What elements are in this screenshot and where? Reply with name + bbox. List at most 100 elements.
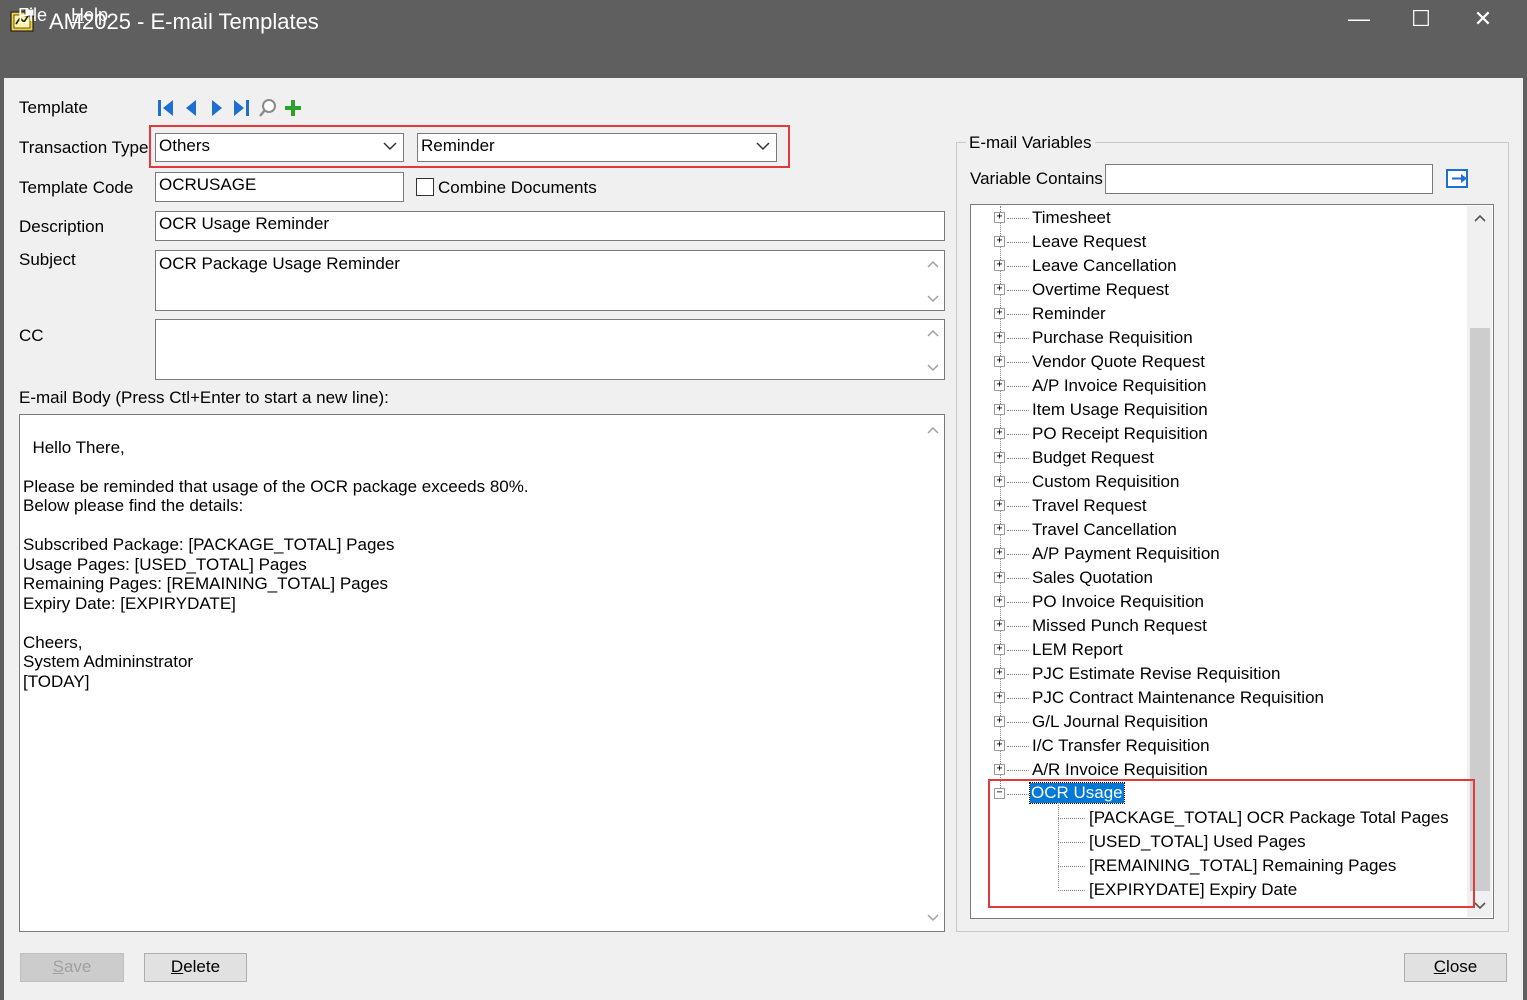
tree-item-label[interactable]: G/L Journal Requisition (1032, 712, 1208, 732)
highlight-box-transaction-type (149, 125, 790, 168)
tree-item-label[interactable]: Travel Request (1032, 496, 1147, 516)
expand-icon[interactable]: + (994, 692, 1005, 703)
scroll-down-icon[interactable] (926, 913, 940, 923)
tree-item-label[interactable]: Item Usage Requisition (1032, 400, 1208, 420)
tree-connector-line (1007, 410, 1029, 411)
expand-icon[interactable]: + (994, 428, 1005, 439)
expand-icon[interactable]: + (994, 308, 1005, 319)
subject-textarea[interactable]: OCR Package Usage Reminder (155, 250, 945, 311)
tree-item-label[interactable]: Overtime Request (1032, 280, 1169, 300)
expand-icon[interactable]: + (994, 668, 1005, 679)
insert-variable-icon[interactable] (1445, 167, 1471, 191)
expand-icon[interactable]: + (994, 236, 1005, 247)
email-body-label: E-mail Body (Press Ctl+Enter to start a … (19, 388, 389, 407)
expand-icon[interactable]: + (994, 764, 1005, 775)
tree-item-label[interactable]: Custom Requisition (1032, 472, 1179, 492)
tree-item-label[interactable]: Leave Request (1032, 232, 1146, 252)
close-window-button[interactable]: ✕ (1452, 0, 1514, 40)
combine-documents-checkbox[interactable] (416, 178, 434, 196)
tree-item-label[interactable]: A/P Invoice Requisition (1032, 376, 1207, 396)
expand-icon[interactable]: + (994, 500, 1005, 511)
expand-icon[interactable]: + (994, 284, 1005, 295)
tree-connector-line (1007, 770, 1029, 771)
description-label: Description (19, 217, 105, 236)
tree-item-label[interactable]: Purchase Requisition (1032, 328, 1193, 348)
menu-file[interactable]: File (18, 5, 47, 26)
tree-connector-line (1007, 242, 1029, 243)
expand-icon[interactable]: + (994, 524, 1005, 535)
variable-contains-input[interactable] (1105, 164, 1433, 194)
expand-icon[interactable]: + (994, 716, 1005, 727)
tree-connector-line (1007, 578, 1029, 579)
close-button[interactable]: Close (1404, 953, 1507, 982)
tree-item-label[interactable]: Budget Request (1032, 448, 1154, 468)
tree-connector-line (1007, 674, 1029, 675)
description-input[interactable]: OCR Usage Reminder (155, 211, 945, 241)
menu-help[interactable]: Help (71, 5, 108, 26)
expand-icon[interactable]: + (994, 620, 1005, 631)
previous-record-icon[interactable] (181, 97, 203, 119)
expand-icon[interactable]: + (994, 548, 1005, 559)
tree-connector-line (1007, 722, 1029, 723)
delete-button[interactable]: Delete (144, 953, 247, 982)
scroll-up-icon[interactable] (926, 425, 940, 435)
expand-icon[interactable]: + (994, 260, 1005, 271)
tree-connector-line (1007, 266, 1029, 267)
email-variables-title: E-mail Variables (966, 133, 1095, 153)
expand-icon[interactable]: + (994, 572, 1005, 583)
first-record-icon[interactable] (155, 97, 177, 119)
expand-icon[interactable]: + (994, 212, 1005, 223)
email-body-textarea[interactable]: Hello There, Please be reminded that usa… (19, 414, 945, 932)
search-icon[interactable] (257, 97, 279, 119)
tree-item-label[interactable]: PJC Estimate Revise Requisition (1032, 664, 1280, 684)
tree-item-label[interactable]: A/R Invoice Requisition (1032, 760, 1208, 780)
tree-item-label[interactable]: PO Receipt Requisition (1032, 424, 1208, 444)
tree-item-label[interactable]: Sales Quotation (1032, 568, 1153, 588)
tree-item-label[interactable]: I/C Transfer Requisition (1032, 736, 1210, 756)
tree-item-label[interactable]: Timesheet (1032, 208, 1111, 228)
expand-icon[interactable]: + (994, 476, 1005, 487)
tree-connector-line (1007, 554, 1029, 555)
tree-connector-line (1007, 386, 1029, 387)
expand-icon[interactable]: + (994, 452, 1005, 463)
tree-item-label[interactable]: Missed Punch Request (1032, 616, 1207, 636)
expand-icon[interactable]: + (994, 740, 1005, 751)
expand-icon[interactable]: + (994, 404, 1005, 415)
last-record-icon[interactable] (230, 97, 252, 119)
scroll-up-icon[interactable] (926, 328, 940, 338)
template-code-label: Template Code (19, 178, 134, 197)
expand-icon[interactable]: + (994, 380, 1005, 391)
tree-item-label[interactable]: PJC Contract Maintenance Requisition (1032, 688, 1324, 708)
expand-icon[interactable]: + (994, 644, 1005, 655)
cc-textarea[interactable] (155, 319, 945, 380)
tree-item-label[interactable]: PO Invoice Requisition (1032, 592, 1204, 612)
scroll-down-icon[interactable] (926, 294, 940, 304)
add-icon[interactable] (282, 97, 304, 119)
tree-item-label[interactable]: LEM Report (1032, 640, 1123, 660)
save-button[interactable]: Save (20, 953, 124, 982)
close-accel: C (1433, 957, 1447, 976)
next-record-icon[interactable] (205, 97, 227, 119)
tree-item-label[interactable]: Vendor Quote Request (1032, 352, 1205, 372)
delete-accel: D (170, 957, 184, 976)
tree-item-label[interactable]: Leave Cancellation (1032, 256, 1177, 276)
template-code-value: OCRUSAGE (159, 175, 257, 194)
subject-value: OCR Package Usage Reminder (159, 254, 400, 273)
scroll-down-icon[interactable] (926, 363, 940, 373)
expand-icon[interactable]: + (994, 332, 1005, 343)
scroll-up-icon[interactable] (926, 259, 940, 269)
template-code-input[interactable]: OCRUSAGE (155, 172, 404, 202)
scroll-up-icon[interactable] (1472, 212, 1488, 224)
transaction-type-label: Transaction Type (19, 138, 149, 157)
menu-help-accel: H (71, 5, 84, 25)
expand-icon[interactable]: + (994, 596, 1005, 607)
minimize-button[interactable]: — (1328, 0, 1390, 40)
tree-item-label[interactable]: A/P Payment Requisition (1032, 544, 1220, 564)
menu-help-label: elp (84, 5, 109, 25)
tree-item-label[interactable]: Reminder (1032, 304, 1106, 324)
tree-item-label[interactable]: Travel Cancellation (1032, 520, 1177, 540)
tree-connector-line (1007, 482, 1029, 483)
expand-icon[interactable]: + (994, 356, 1005, 367)
menu-file-accel: F (18, 5, 29, 25)
maximize-button[interactable]: ☐ (1390, 0, 1452, 40)
